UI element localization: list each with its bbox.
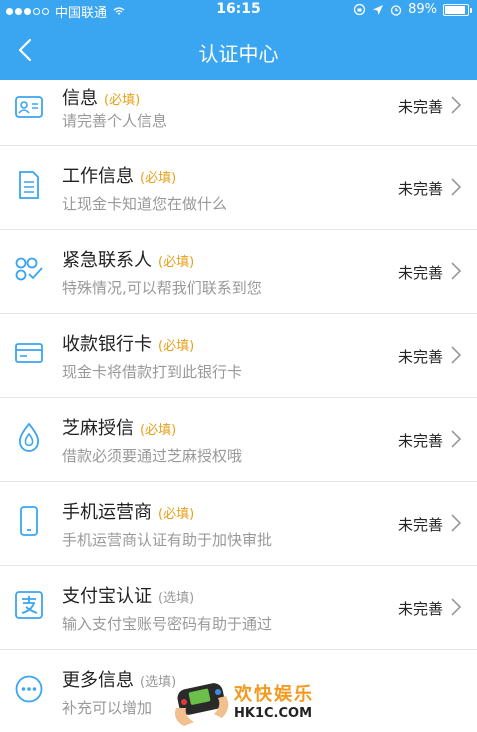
sesame-icon <box>14 422 44 452</box>
watermark: 欢快娱乐 HK1C.COM <box>170 672 330 728</box>
more-icon <box>14 674 44 704</box>
required-tag: (必填) <box>158 255 195 270</box>
list-item-personal-info[interactable]: 信息 (必填) 请完善个人信息 未完善 <box>0 80 477 146</box>
location-icon <box>373 4 384 15</box>
item-title: 支付宝认证 (选填) <box>62 586 195 607</box>
item-status: 未完善 <box>397 264 443 282</box>
battery-icon <box>443 3 472 16</box>
battery-percent: 89% <box>408 2 437 17</box>
phone-icon <box>14 506 44 536</box>
chevron-right-icon <box>451 430 462 448</box>
list-item-mobile-carrier[interactable]: 手机运营商 (必填) 手机运营商认证有助于加快审批 未完善 <box>0 482 477 566</box>
required-tag: (必填) <box>140 423 177 438</box>
chevron-right-icon <box>451 514 462 532</box>
optional-tag: (选填) <box>158 591 195 606</box>
list-item-bank-card[interactable]: 收款银行卡 (必填) 现金卡将借款打到此银行卡 未完善 <box>0 314 477 398</box>
item-subtitle: 输入支付宝账号密码有助于通过 <box>62 615 273 633</box>
chevron-right-icon <box>451 262 462 280</box>
item-status: 未完善 <box>397 516 443 534</box>
id-card-icon <box>14 92 44 122</box>
item-subtitle: 请完善个人信息 <box>62 112 168 130</box>
document-icon <box>14 170 44 200</box>
item-title: 芝麻授信 (必填) <box>62 418 177 439</box>
item-title: 手机运营商 (必填) <box>62 502 195 523</box>
rotation-lock-icon <box>353 3 366 16</box>
required-tag: (必填) <box>104 93 141 108</box>
item-status: 未完善 <box>397 348 443 366</box>
item-title: 工作信息 (必填) <box>62 166 177 187</box>
alarm-icon <box>390 4 402 16</box>
item-subtitle: 补充可以增加 <box>62 699 153 717</box>
bank-card-icon <box>14 338 44 368</box>
list-item-sesame-credit[interactable]: 芝麻授信 (必填) 借款必须要通过芝麻授权哦 未完善 <box>0 398 477 482</box>
item-title: 收款银行卡 (必填) <box>62 334 195 355</box>
item-status: 未完善 <box>397 180 443 198</box>
item-status: 未完善 <box>397 432 443 450</box>
item-subtitle: 现金卡将借款打到此银行卡 <box>62 363 243 381</box>
list-item-emergency-contact[interactable]: 紧急联系人 (必填) 特殊情况,可以帮我们联系到您 未完善 <box>0 230 477 314</box>
required-tag: (必填) <box>140 171 177 186</box>
verification-list: 信息 (必填) 请完善个人信息 未完善 工作信息 (必填) 让现金卡知道您在做什么 … <box>0 80 477 732</box>
header: 中国联通 16:15 89% 认证中心 <box>0 0 477 80</box>
chevron-right-icon <box>451 96 462 114</box>
nav-bar: 认证中心 <box>0 22 477 80</box>
page-title: 认证中心 <box>198 42 279 66</box>
status-right: 89% <box>353 2 472 17</box>
item-status: 未完善 <box>397 600 443 618</box>
required-tag: (必填) <box>158 507 195 522</box>
chevron-right-icon <box>451 178 462 196</box>
game-controller-hand-icon <box>175 683 229 726</box>
item-title: 信息 (必填) <box>62 88 141 109</box>
item-status: 未完善 <box>397 98 443 116</box>
item-subtitle: 手机运营商认证有助于加快审批 <box>62 531 273 549</box>
required-tag: (必填) <box>158 339 195 354</box>
list-item-work-info[interactable]: 工作信息 (必填) 让现金卡知道您在做什么 未完善 <box>0 146 477 230</box>
item-subtitle: 特殊情况,可以帮我们联系到您 <box>62 279 262 297</box>
item-subtitle: 让现金卡知道您在做什么 <box>62 195 228 213</box>
chevron-right-icon <box>451 598 462 616</box>
list-item-alipay[interactable]: 支付宝认证 (选填) 输入支付宝账号密码有助于通过 未完善 <box>0 566 477 650</box>
watermark-url: HK1C.COM <box>234 706 313 721</box>
chevron-right-icon <box>451 346 462 364</box>
battery-level <box>445 5 465 14</box>
item-title: 更多信息 (选填) <box>62 670 177 691</box>
contacts-icon <box>14 254 44 284</box>
watermark-brand: 欢快娱乐 <box>234 684 314 705</box>
item-subtitle: 借款必须要通过芝麻授权哦 <box>62 447 243 465</box>
item-title: 紧急联系人 (必填) <box>62 250 195 271</box>
alipay-icon <box>14 590 44 620</box>
status-bar: 中国联通 16:15 89% <box>0 0 477 21</box>
